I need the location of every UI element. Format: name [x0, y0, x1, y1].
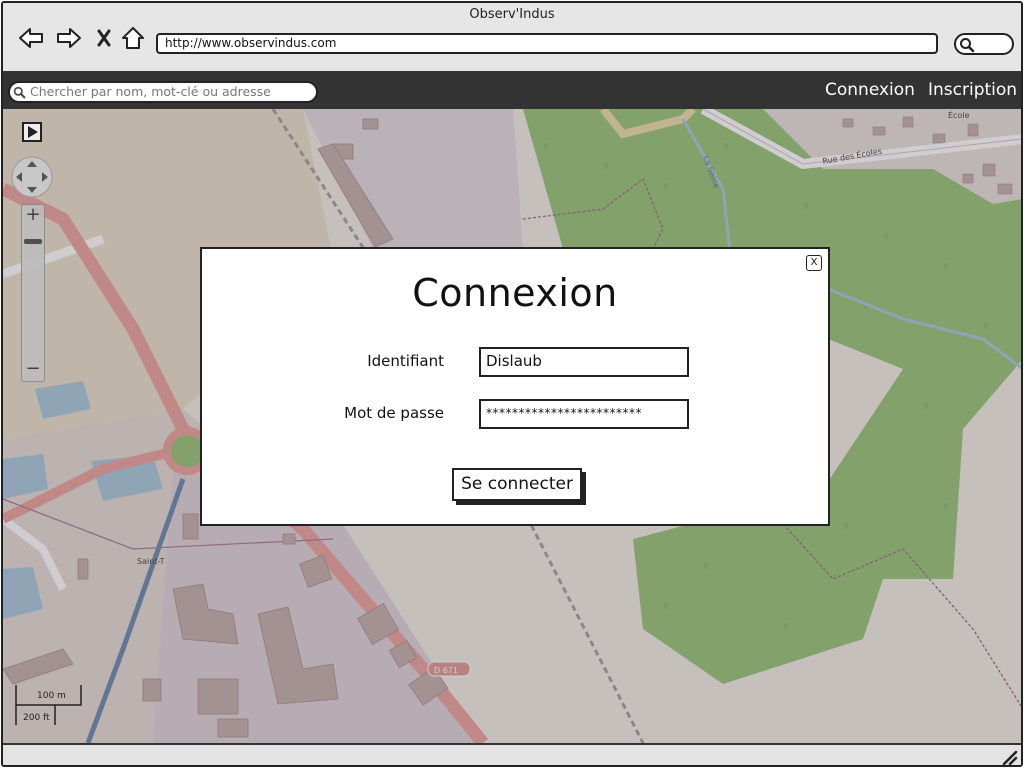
window-title: Observ'Indus: [469, 7, 555, 22]
login-submit-button[interactable]: Se connecter: [452, 468, 582, 501]
browser-chrome: Observ'Indus http://www.observindus.com: [3, 3, 1021, 73]
location-search-input[interactable]: Chercher par nom, mot-clé ou adresse: [8, 81, 318, 103]
zoom-slider[interactable]: + −: [21, 204, 45, 382]
search-icon: [960, 38, 975, 53]
scale-imperial: 200 ft: [23, 713, 50, 723]
app-header: Chercher par nom, mot-clé ou adresse Con…: [3, 73, 1021, 109]
pan-arrows-icon: [11, 156, 53, 198]
dialog-title: Connexion: [412, 271, 618, 315]
password-field[interactable]: ************************: [479, 399, 689, 429]
stop-icon[interactable]: [90, 25, 118, 51]
status-bar: [3, 743, 1021, 766]
search-placeholder: Chercher par nom, mot-clé ou adresse: [30, 84, 271, 99]
browser-window: Observ'Indus http://www.observindus.com …: [1, 1, 1023, 767]
search-icon: [13, 86, 26, 99]
forward-arrow-icon[interactable]: [55, 25, 83, 51]
back-arrow-icon[interactable]: [17, 25, 45, 51]
password-label: Mot de passe: [344, 404, 444, 422]
play-icon: [28, 126, 38, 138]
username-label: Identifiant: [367, 352, 444, 370]
zoom-handle[interactable]: [24, 239, 42, 244]
resize-grip-icon[interactable]: [1000, 748, 1018, 766]
signup-link[interactable]: Inscription: [928, 80, 1017, 100]
url-bar[interactable]: http://www.observindus.com: [156, 33, 938, 54]
layer-switcher-toggle[interactable]: [22, 122, 42, 142]
map-scale: 100 m 200 ft: [15, 685, 85, 729]
close-button[interactable]: X: [806, 255, 822, 271]
zoom-out-button[interactable]: −: [22, 359, 44, 381]
browser-search-field[interactable]: [954, 33, 1014, 55]
pan-control[interactable]: [10, 155, 54, 199]
login-link[interactable]: Connexion: [825, 80, 915, 100]
username-field[interactable]: Dislaub: [479, 347, 689, 377]
home-icon[interactable]: [119, 25, 147, 51]
scale-metric: 100 m: [37, 691, 66, 701]
zoom-in-button[interactable]: +: [22, 205, 44, 227]
login-dialog: X Connexion Identifiant Dislaub Mot de p…: [200, 247, 830, 526]
